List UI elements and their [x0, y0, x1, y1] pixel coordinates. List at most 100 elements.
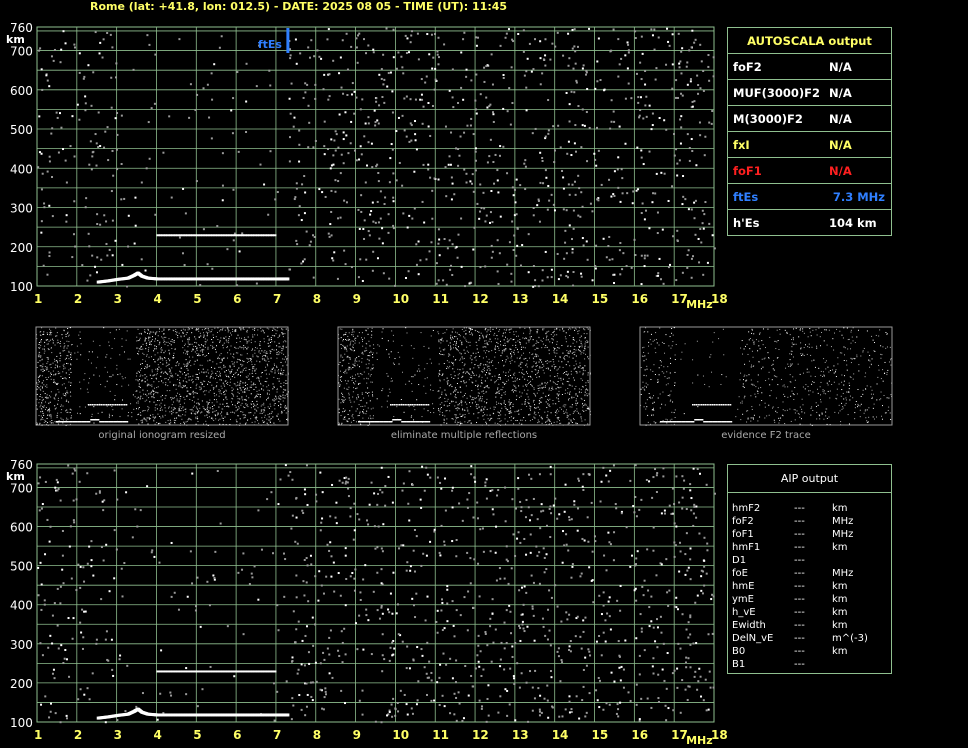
x-tick-label: 3 — [114, 292, 122, 306]
echo-trace-0 — [96, 271, 290, 284]
autoscala-label: foF1 — [733, 163, 762, 178]
top-ionogram: 1 2 3 4 5 6 7 8 9 10 11 12 13 14 15 16 17 18MHz1002003004… — [6, 21, 728, 311]
autoscala-value: N/A — [829, 85, 852, 100]
y-tick-label: 600 — [10, 521, 33, 535]
aip-output-table: AIP output hmF2 --- km foF2 --- MHz foF1 --- MHz… — [727, 464, 892, 674]
aip-unit: km — [832, 646, 848, 657]
autoscala-title: AUTOSCALA output — [747, 33, 872, 48]
x-tick-label: 13 — [512, 292, 529, 306]
caption-evidence: evidence F2 trace — [721, 430, 811, 441]
thumbnail-2 — [639, 326, 893, 426]
thumbnail-1 — [337, 326, 591, 426]
aip-value: --- — [794, 620, 805, 631]
autoscala-label: foF2 — [733, 59, 762, 74]
y-tick-label: 700 — [10, 481, 33, 495]
aip-unit: km — [832, 503, 848, 514]
autoscala-row: foF1 N/A — [728, 157, 891, 183]
y-tick-label: 100 — [10, 716, 33, 730]
x-tick-label: 6 — [233, 292, 241, 306]
y-tick-label: 400 — [10, 162, 33, 176]
aip-row: h_vE --- km — [732, 606, 891, 619]
x-tick-label: 5 — [193, 728, 201, 742]
x-tick-label: 6 — [233, 728, 241, 742]
x-tick-label: 13 — [512, 728, 529, 742]
y-tick-label: 600 — [10, 84, 33, 98]
aip-unit: km — [832, 607, 848, 618]
x-tick-label: 8 — [313, 728, 321, 742]
aip-name: foE — [732, 568, 748, 579]
autoscala-label: fxI — [733, 137, 750, 152]
aip-value: --- — [794, 594, 805, 605]
aip-name: foF2 — [732, 516, 754, 527]
autoscala-row: MUF(3000)F2 N/A — [728, 79, 891, 105]
x-tick-label: 3 — [114, 728, 122, 742]
aip-name: h_vE — [732, 607, 756, 618]
aip-row: D1 --- — [732, 554, 891, 567]
aip-value: --- — [794, 646, 805, 657]
y-unit-label: km — [6, 470, 25, 483]
aip-row: hmF1 --- km — [732, 541, 891, 554]
aip-unit: km — [832, 594, 848, 605]
trace-point — [286, 713, 290, 717]
x-tick-label: 11 — [432, 728, 449, 742]
caption-eliminate: eliminate multiple reflections — [390, 430, 538, 441]
aip-value: --- — [794, 516, 805, 527]
aip-name: D1 — [732, 555, 747, 566]
x-tick-label: 10 — [392, 728, 409, 742]
autoscala-output-table: AUTOSCALA output foF2 N/A MUF(3000)F2 N/A M(… — [727, 27, 892, 236]
trace-point — [286, 277, 290, 281]
thumbnail-frame — [639, 326, 893, 426]
echo-trace-1 — [156, 670, 277, 673]
aip-unit: m^(-3) — [832, 633, 868, 644]
x-tick-label: 1 — [34, 292, 42, 306]
x-tick-label: 7 — [273, 728, 281, 742]
y-tick-label: 100 — [10, 280, 33, 294]
x-tick-label: 11 — [432, 292, 449, 306]
x-tick-label: 18 — [711, 292, 728, 306]
autoscala-row: h'Es 104 km — [728, 209, 891, 235]
aip-name: ymE — [732, 594, 754, 605]
aip-name: hmF2 — [732, 503, 761, 514]
x-tick-label: 14 — [552, 292, 569, 306]
aip-name: hmF1 — [732, 542, 761, 553]
aip-row: Ewidth --- km — [732, 619, 891, 632]
autoscala-row: foF2 N/A — [728, 53, 891, 79]
y-tick-label: 700 — [10, 45, 33, 59]
x-tick-label: 4 — [153, 728, 161, 742]
aip-name: B1 — [732, 659, 746, 670]
aip-row: foF2 --- MHz — [732, 515, 891, 528]
y-tick-label: 200 — [10, 677, 33, 691]
aip-row: B1 --- — [732, 658, 891, 671]
y-tick-label: 300 — [10, 638, 33, 652]
autoscala-label: ftEs — [733, 189, 759, 204]
x-tick-label: 4 — [153, 292, 161, 306]
autoscala-row: M(3000)F2 N/A — [728, 105, 891, 131]
thumbnail-0 — [35, 326, 289, 426]
trace-point — [273, 234, 277, 237]
x-tick-label: 1 — [34, 728, 42, 742]
aip-unit: MHz — [832, 568, 854, 579]
autoscala-label: M(3000)F2 — [733, 111, 803, 126]
aip-value: --- — [794, 581, 805, 592]
aip-value: --- — [794, 607, 805, 618]
aip-row: foF1 --- MHz — [732, 528, 891, 541]
aip-unit: km — [832, 620, 848, 631]
x-tick-label: 16 — [631, 292, 648, 306]
y-tick-label: 500 — [10, 123, 33, 137]
x-tick-label: 16 — [631, 728, 648, 742]
aip-name: B0 — [732, 646, 746, 657]
aip-value: --- — [794, 529, 805, 540]
y-unit-label: km — [6, 33, 25, 46]
x-tick-label: 14 — [552, 728, 569, 742]
x-tick-label: 2 — [74, 728, 82, 742]
aip-value: --- — [794, 542, 805, 553]
aip-value: --- — [794, 633, 805, 644]
aip-title: AIP output — [728, 465, 891, 493]
aip-value: --- — [794, 503, 805, 514]
x-tick-label: 12 — [472, 728, 489, 742]
autoscala-row: fxI N/A — [728, 131, 891, 157]
aip-unit: km — [832, 581, 848, 592]
autoscala-value: N/A — [829, 163, 852, 178]
echo-trace-1 — [156, 234, 277, 237]
x-tick-label: 15 — [592, 292, 609, 306]
